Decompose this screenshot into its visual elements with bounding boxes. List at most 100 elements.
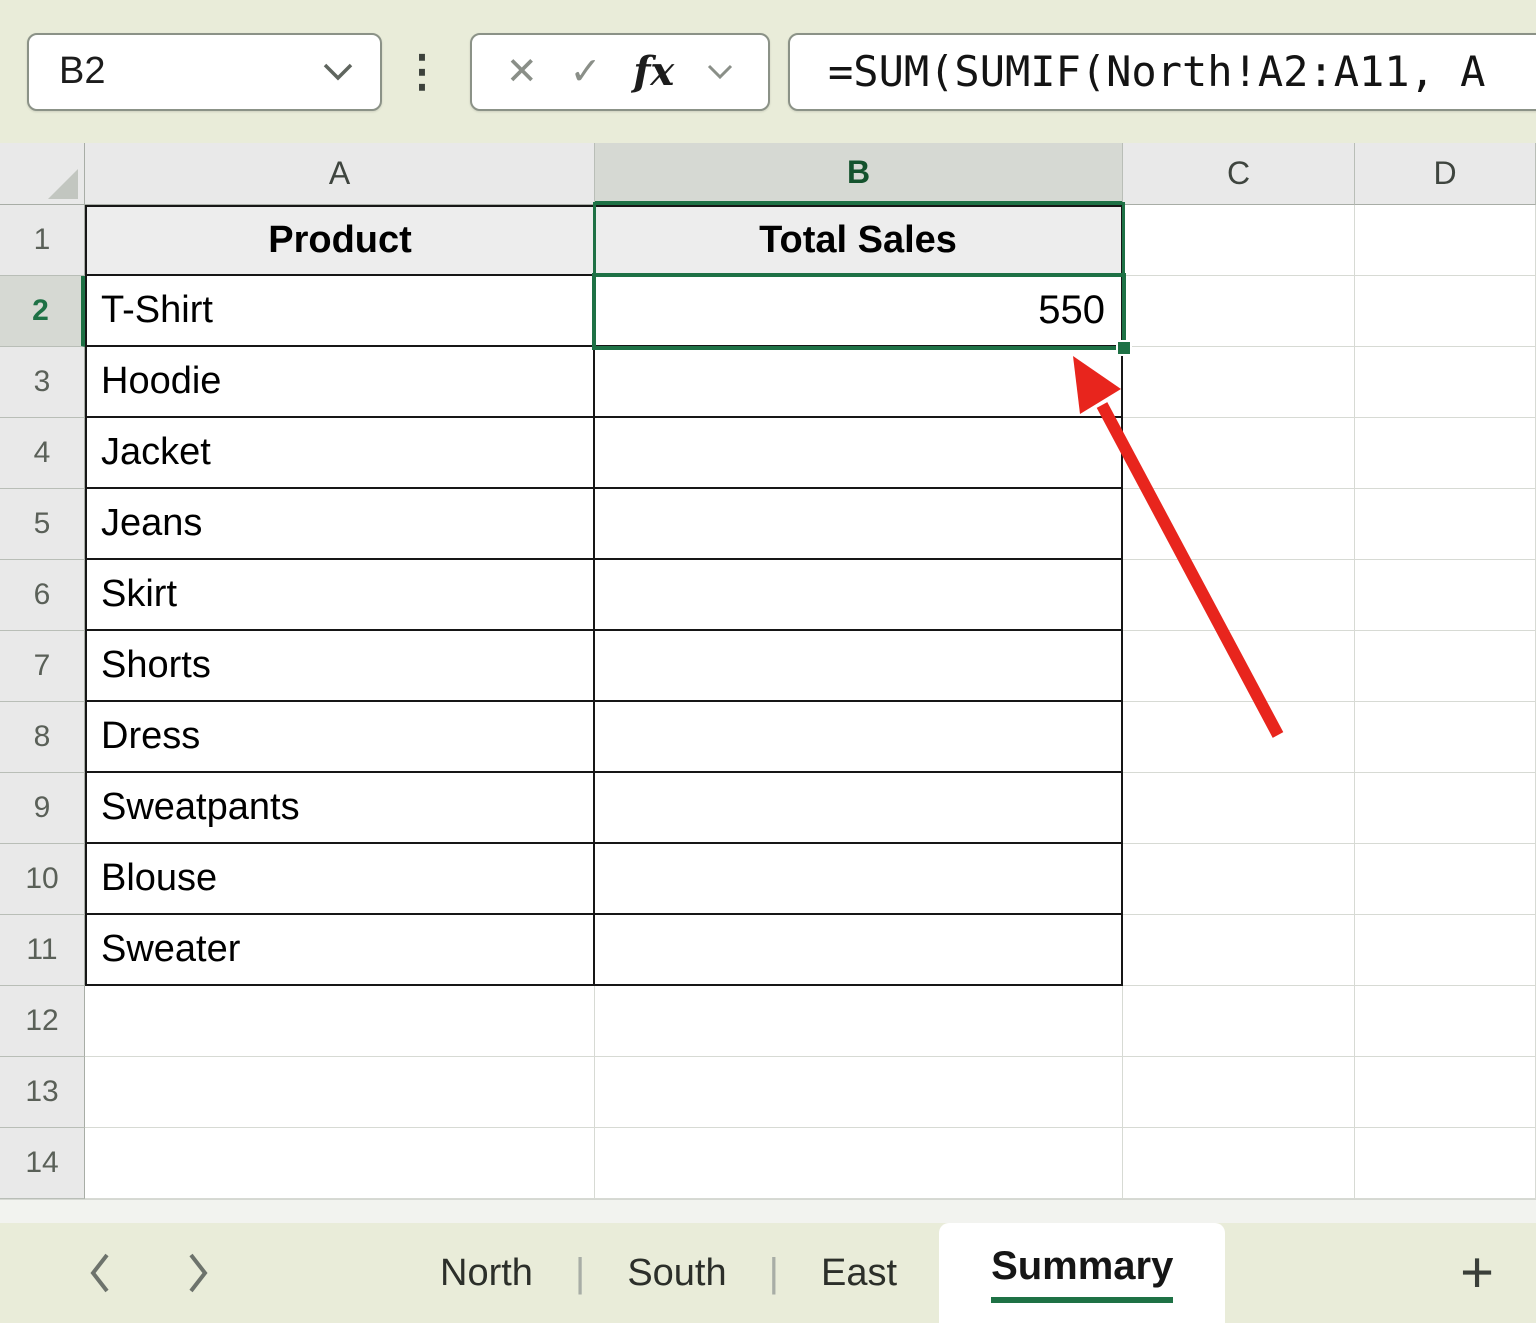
row-header-12[interactable]: 12	[0, 986, 85, 1057]
cell-D14[interactable]	[1355, 1128, 1536, 1199]
cell-B10[interactable]	[595, 844, 1123, 915]
row-header-8[interactable]: 8	[0, 702, 85, 773]
cell-D9[interactable]	[1355, 773, 1536, 844]
cell-A5[interactable]: Jeans	[85, 489, 595, 560]
name-box-dropdown-icon[interactable]	[322, 62, 354, 82]
tab-label: East	[821, 1252, 897, 1295]
cell-A11[interactable]: Sweater	[85, 915, 595, 986]
cell-B5[interactable]	[595, 489, 1123, 560]
cell-C4[interactable]	[1123, 418, 1355, 489]
cell-B7[interactable]	[595, 631, 1123, 702]
row-header-13[interactable]: 13	[0, 1057, 85, 1128]
row-header-10[interactable]: 10	[0, 844, 85, 915]
cell-C2[interactable]	[1123, 276, 1355, 347]
row-header-2[interactable]: 2	[0, 276, 85, 347]
cancel-icon[interactable]: ✕	[506, 53, 538, 91]
row-header-14[interactable]: 14	[0, 1128, 85, 1199]
more-options-icon[interactable]: ⋮	[400, 50, 444, 94]
formula-actions: ✕ ✓ fx	[470, 33, 770, 111]
cell-B13[interactable]	[595, 1057, 1123, 1128]
cell-A9[interactable]: Sweatpants	[85, 773, 595, 844]
cell-C14[interactable]	[1123, 1128, 1355, 1199]
cell-B8[interactable]	[595, 702, 1123, 773]
cell-B1[interactable]: Total Sales	[595, 205, 1123, 276]
sheet-tab-summary[interactable]: Summary	[939, 1223, 1225, 1323]
grid-row-7: 7Shorts	[0, 631, 1536, 702]
cell-A2[interactable]: T-Shirt	[85, 276, 595, 347]
formula-bar-expand-icon[interactable]	[706, 63, 734, 81]
cell-B9[interactable]	[595, 773, 1123, 844]
name-box[interactable]: B2	[27, 33, 382, 111]
cell-B3[interactable]	[595, 347, 1123, 418]
cell-C5[interactable]	[1123, 489, 1355, 560]
formula-input[interactable]: =SUM(SUMIF(North!A2:A11, A	[788, 33, 1536, 111]
column-header-A[interactable]: A	[85, 143, 595, 205]
sheet-tabs: North|South|EastSummary	[398, 1223, 1225, 1323]
cell-D6[interactable]	[1355, 560, 1536, 631]
formula-text: =SUM(SUMIF(North!A2:A11, A	[828, 47, 1485, 96]
cell-D4[interactable]	[1355, 418, 1536, 489]
tab-label: South	[627, 1252, 726, 1295]
cell-C7[interactable]	[1123, 631, 1355, 702]
cell-A3[interactable]: Hoodie	[85, 347, 595, 418]
column-header-D[interactable]: D	[1355, 143, 1536, 205]
row-header-3[interactable]: 3	[0, 347, 85, 418]
cell-B6[interactable]	[595, 560, 1123, 631]
fill-handle[interactable]	[1116, 340, 1132, 356]
cell-D2[interactable]	[1355, 276, 1536, 347]
cell-D11[interactable]	[1355, 915, 1536, 986]
add-sheet-button[interactable]: +	[1460, 1244, 1494, 1302]
cell-A13[interactable]	[85, 1057, 595, 1128]
cell-D3[interactable]	[1355, 347, 1536, 418]
row-header-7[interactable]: 7	[0, 631, 85, 702]
cell-D8[interactable]	[1355, 702, 1536, 773]
row-header-1[interactable]: 1	[0, 205, 85, 276]
cell-B11[interactable]	[595, 915, 1123, 986]
scroll-tabs-right-icon[interactable]	[168, 1238, 228, 1308]
cell-D13[interactable]	[1355, 1057, 1536, 1128]
column-header-C[interactable]: C	[1123, 143, 1355, 205]
cell-A8[interactable]: Dress	[85, 702, 595, 773]
cell-D7[interactable]	[1355, 631, 1536, 702]
row-header-11[interactable]: 11	[0, 915, 85, 986]
cell-D1[interactable]	[1355, 205, 1536, 276]
cell-A7[interactable]: Shorts	[85, 631, 595, 702]
cell-A6[interactable]: Skirt	[85, 560, 595, 631]
cell-C11[interactable]	[1123, 915, 1355, 986]
cell-C3[interactable]	[1123, 347, 1355, 418]
cell-B14[interactable]	[595, 1128, 1123, 1199]
enter-icon[interactable]: ✓	[570, 53, 602, 91]
cell-A12[interactable]	[85, 986, 595, 1057]
name-box-value: B2	[59, 50, 105, 93]
cell-A10[interactable]: Blouse	[85, 844, 595, 915]
cell-D10[interactable]	[1355, 844, 1536, 915]
cell-B12[interactable]	[595, 986, 1123, 1057]
sheet-tab-bar: North|South|EastSummary +	[0, 1223, 1536, 1323]
select-all-corner[interactable]	[0, 143, 85, 205]
row-header-5[interactable]: 5	[0, 489, 85, 560]
cell-A14[interactable]	[85, 1128, 595, 1199]
cell-C1[interactable]	[1123, 205, 1355, 276]
cell-C12[interactable]	[1123, 986, 1355, 1057]
scroll-tabs-left-icon[interactable]	[70, 1238, 130, 1308]
cell-C13[interactable]	[1123, 1057, 1355, 1128]
cell-A1[interactable]: Product	[85, 205, 595, 276]
cell-D12[interactable]	[1355, 986, 1536, 1057]
cell-C9[interactable]	[1123, 773, 1355, 844]
horizontal-scrollbar[interactable]	[0, 1199, 1536, 1223]
cell-A4[interactable]: Jacket	[85, 418, 595, 489]
cell-C8[interactable]	[1123, 702, 1355, 773]
row-header-4[interactable]: 4	[0, 418, 85, 489]
column-header-B[interactable]: B	[595, 143, 1123, 205]
sheet-tab-south[interactable]: South	[585, 1223, 768, 1323]
row-header-6[interactable]: 6	[0, 560, 85, 631]
cell-B4[interactable]	[595, 418, 1123, 489]
cell-C6[interactable]	[1123, 560, 1355, 631]
sheet-tab-east[interactable]: East	[779, 1223, 939, 1323]
row-header-9[interactable]: 9	[0, 773, 85, 844]
insert-function-icon[interactable]: fx	[633, 48, 674, 95]
cell-D5[interactable]	[1355, 489, 1536, 560]
sheet-tab-north[interactable]: North	[398, 1223, 575, 1323]
cell-C10[interactable]	[1123, 844, 1355, 915]
cell-B2[interactable]: 550	[595, 276, 1123, 347]
